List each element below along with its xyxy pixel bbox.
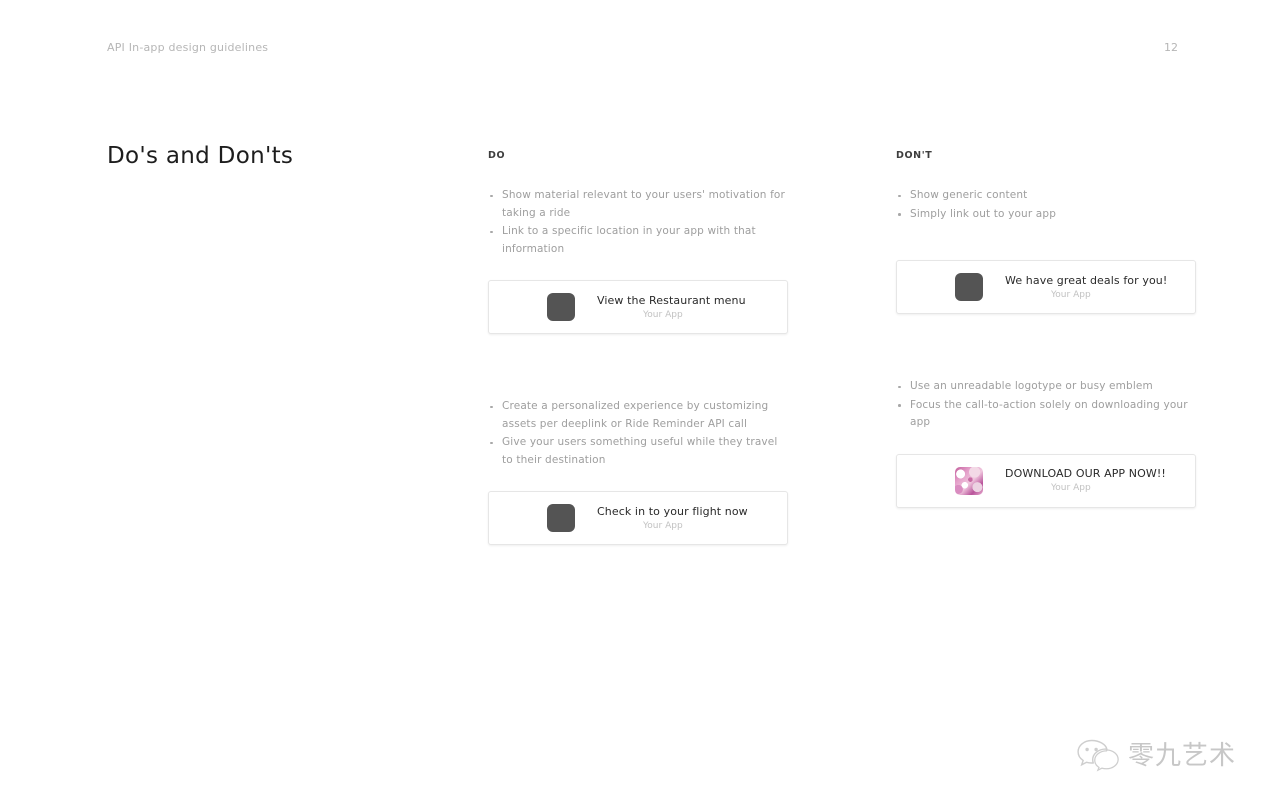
column-label-dont: DON'T [896,150,933,161]
do-block-1: Show material relevant to your users' mo… [488,187,788,334]
slide-root: API In-app design guidelines 12 Do's and… [0,0,1280,800]
header-document-label: API In-app design guidelines [107,41,269,54]
do-bullet-list-1: Show material relevant to your users' mo… [488,187,788,258]
list-item: Link to a specific location in your app … [488,223,788,258]
notification-title: Check in to your flight now [597,504,748,518]
list-item: Focus the call-to-action solely on downl… [896,397,1196,432]
page-number: 12 [1164,41,1178,54]
notification-subtitle: Your App [643,309,683,320]
watermark: 零九艺术 [1075,735,1236,772]
app-icon [547,504,575,532]
column-do: DO Show material relevant to your users'… [488,150,788,609]
notification-card-text: View the Restaurant menu Your App [597,293,773,322]
list-item: Create a personalized experience by cust… [488,398,788,433]
column-label-do: DO [488,150,506,161]
page-title: Do's and Don'ts [107,143,294,169]
wechat-icon [1077,739,1119,772]
notification-subtitle: Your App [643,520,683,531]
notification-title: DOWNLOAD OUR APP NOW!! [1005,467,1166,480]
watermark-text: 零九艺术 [1127,741,1236,771]
notification-card-do-2[interactable]: Check in to your flight now Your App [488,491,788,545]
notification-card-dont-2[interactable]: DOWNLOAD OUR APP NOW!! Your App [896,453,1196,508]
dont-bullet-list-1: Show generic content Simply link out to … [896,187,1196,223]
dont-block-2: Use an unreadable logotype or busy emble… [896,378,1196,508]
list-item: Give your users something useful while t… [488,434,788,469]
notification-card-text: DOWNLOAD OUR APP NOW!! Your App [1005,466,1181,495]
list-item: Show material relevant to your users' mo… [488,187,788,222]
list-item: Simply link out to your app [896,206,1196,224]
notification-subtitle: Your App [1051,483,1091,493]
notification-card-dont-1[interactable]: We have great deals for you! Your App [896,260,1196,314]
dont-block-1: Show generic content Simply link out to … [896,187,1196,314]
busy-floral-app-icon [955,466,983,495]
notification-subtitle: Your App [1051,289,1091,300]
notification-card-do-1[interactable]: View the Restaurant menu Your App [488,280,788,334]
notification-title: We have great deals for you! [1005,273,1168,287]
list-item: Show generic content [896,187,1196,205]
notification-card-text: We have great deals for you! Your App [1005,273,1181,302]
do-block-2: Create a personalized experience by cust… [488,398,788,545]
notification-title: View the Restaurant menu [597,293,746,307]
notification-card-text: Check in to your flight now Your App [597,504,773,533]
app-icon [955,273,983,301]
app-icon [547,293,575,321]
list-item: Use an unreadable logotype or busy emble… [896,378,1196,396]
dont-bullet-list-2: Use an unreadable logotype or busy emble… [896,378,1196,432]
column-dont: DON'T Show generic content Simply link o… [896,150,1196,572]
do-bullet-list-2: Create a personalized experience by cust… [488,398,788,469]
